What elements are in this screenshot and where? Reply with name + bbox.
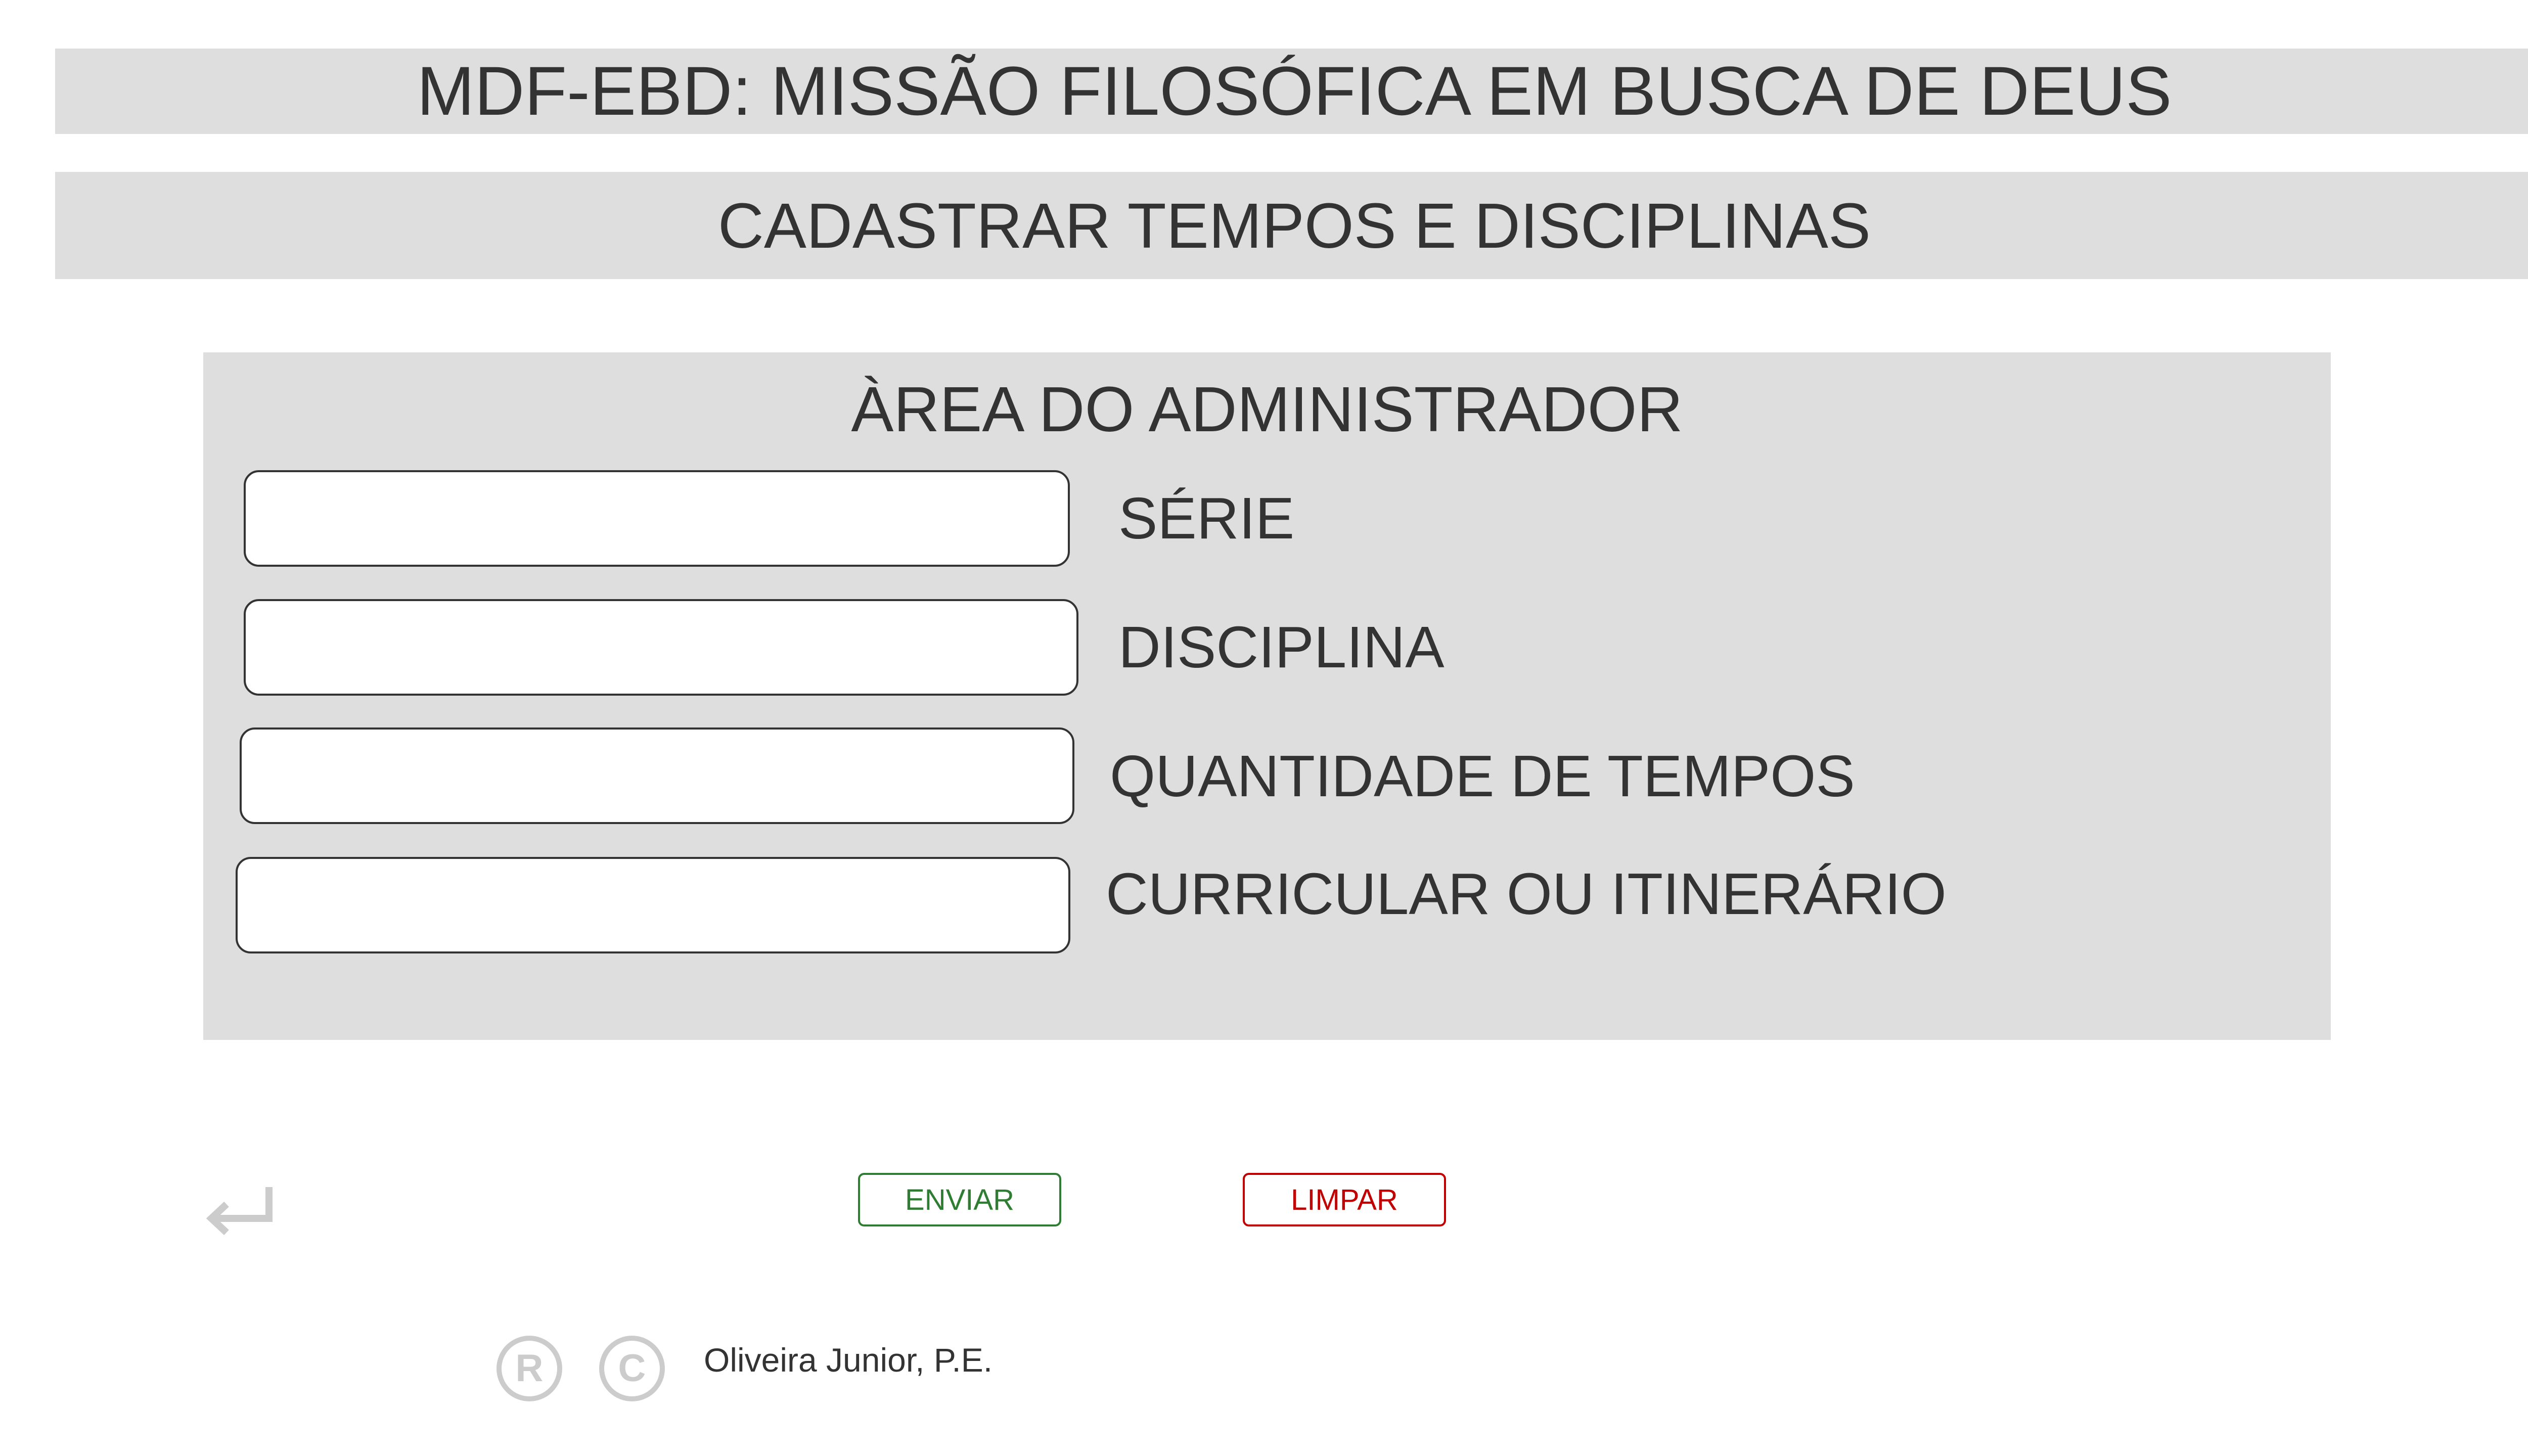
admin-panel-title: ÀREA DO ADMINISTRADOR (851, 374, 1683, 445)
serie-label: SÉRIE (1118, 485, 1295, 551)
return-arrow-icon[interactable] (202, 1183, 278, 1239)
quantidade-tempos-input[interactable] (240, 727, 1074, 824)
author-credit: Oliveira Junior, P.E. (704, 1341, 993, 1379)
registered-icon: R (496, 1336, 562, 1401)
app-title-banner: MDF-EBD: MISSÃO FILOSÓFICA EM BUSCA DE D… (55, 49, 2528, 134)
app-title: MDF-EBD: MISSÃO FILOSÓFICA EM BUSCA DE D… (417, 53, 2172, 130)
quantidade-tempos-label: QUANTIDADE DE TEMPOS (1110, 743, 1855, 809)
page-title-banner: CADASTRAR TEMPOS E DISCIPLINAS (55, 172, 2528, 279)
curricular-itinerario-label: CURRICULAR OU ITINERÁRIO (1106, 861, 1947, 927)
svg-text:C: C (618, 1347, 646, 1390)
svg-text:R: R (516, 1347, 544, 1390)
admin-panel: ÀREA DO ADMINISTRADOR SÉRIE DISCIPLINA Q… (203, 352, 2331, 1040)
serie-input[interactable] (244, 470, 1070, 567)
clear-button[interactable]: LIMPAR (1243, 1173, 1446, 1226)
page: MDF-EBD: MISSÃO FILOSÓFICA EM BUSCA DE D… (0, 0, 2528, 1456)
copyright-icon: C (599, 1336, 665, 1401)
page-title: CADASTRAR TEMPOS E DISCIPLINAS (717, 190, 1871, 261)
disciplina-label: DISCIPLINA (1118, 614, 1444, 680)
disciplina-input[interactable] (244, 599, 1078, 696)
send-button[interactable]: ENVIAR (858, 1173, 1061, 1226)
curricular-itinerario-input[interactable] (236, 857, 1070, 953)
